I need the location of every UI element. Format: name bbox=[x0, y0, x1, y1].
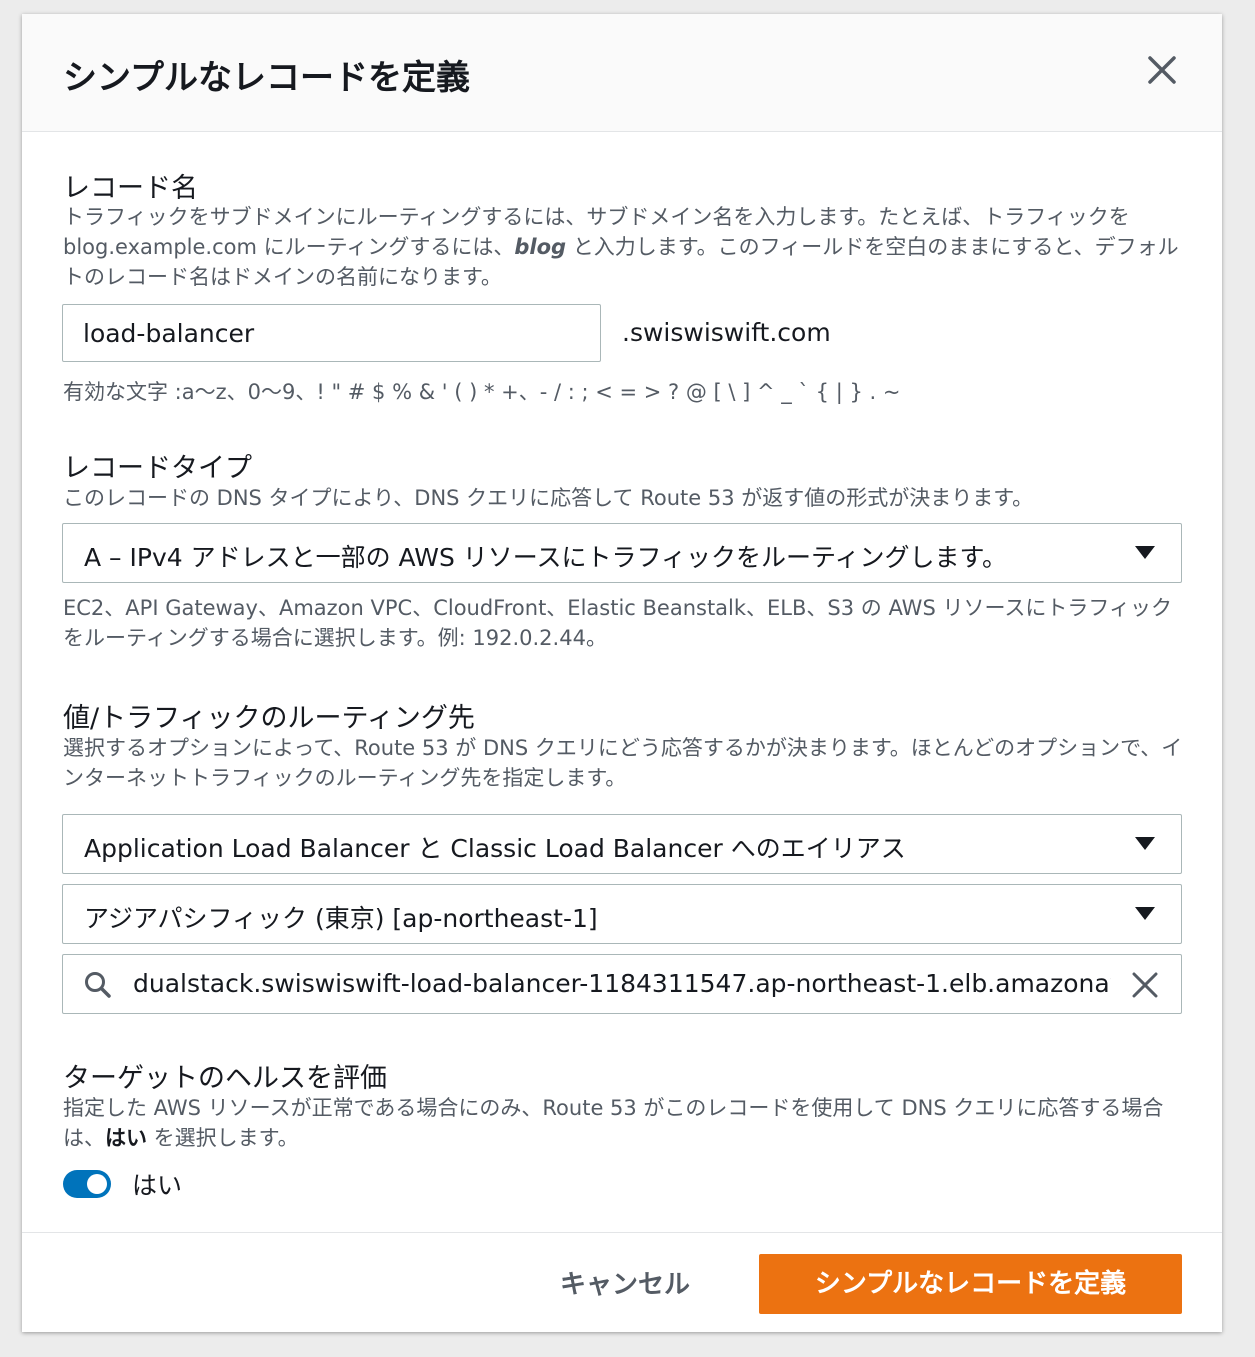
health-description: 指定した AWS リソースが正常である場合にのみ、Route 53 がこのレコー… bbox=[63, 1093, 1183, 1153]
allowed-characters-hint: 有効な文字 :a〜z、0〜9、! " # $ % & ' ( ) * +、- /… bbox=[63, 380, 901, 404]
evaluate-health-toggle[interactable] bbox=[63, 1170, 111, 1198]
endpoint-type-selected-value: Application Load Balancer と Classic Load… bbox=[84, 834, 906, 863]
record-type-description: このレコードの DNS タイプにより、DNS クエリに応答して Route 53… bbox=[63, 486, 1034, 510]
search-icon bbox=[85, 972, 111, 998]
evaluate-health-toggle-label: はい bbox=[132, 1171, 183, 1200]
close-button[interactable] bbox=[1142, 50, 1182, 90]
route-target-label: 値/トラフィックのルーティング先 bbox=[63, 703, 475, 734]
load-balancer-search[interactable]: dualstack.swiswiswift-load-balancer-1184… bbox=[62, 954, 1182, 1014]
close-icon bbox=[1148, 56, 1176, 84]
health-description-text-2: を選択します。 bbox=[147, 1126, 299, 1150]
record-name-label: レコード名 bbox=[63, 173, 198, 204]
caret-down-icon bbox=[1135, 907, 1155, 920]
health-label: ターゲットのヘルスを評価 bbox=[63, 1063, 387, 1094]
caret-down-icon bbox=[1135, 837, 1155, 850]
record-name-input[interactable] bbox=[62, 304, 601, 362]
dialog-footer: キャンセル シンプルなレコードを定義 bbox=[22, 1232, 1222, 1332]
region-select[interactable]: アジアパシフィック (東京) [ap-northeast-1] bbox=[62, 884, 1182, 944]
define-simple-record-button[interactable]: シンプルなレコードを定義 bbox=[759, 1254, 1182, 1314]
caret-down-icon bbox=[1135, 546, 1155, 559]
health-description-strong: はい bbox=[105, 1126, 147, 1150]
define-record-dialog: シンプルなレコードを定義 レコード名 トラフィックをサブドメインにルーティングす… bbox=[22, 14, 1222, 1332]
clear-icon[interactable] bbox=[1129, 969, 1161, 1001]
toggle-knob bbox=[87, 1174, 107, 1194]
route-target-description: 選択するオプションによって、Route 53 が DNS クエリにどう応答するか… bbox=[63, 736, 1183, 790]
region-selected-value: アジアパシフィック (東京) [ap-northeast-1] bbox=[84, 904, 598, 933]
load-balancer-search-value: dualstack.swiswiswift-load-balancer-1184… bbox=[133, 969, 1111, 998]
record-type-selected-value: A – IPv4 アドレスと一部の AWS リソースにトラフィックをルーティング… bbox=[84, 543, 1008, 572]
record-name-description-example: blog bbox=[514, 235, 567, 259]
record-type-select[interactable]: A – IPv4 アドレスと一部の AWS リソースにトラフィックをルーティング… bbox=[62, 523, 1182, 583]
record-type-help: EC2、API Gateway、Amazon VPC、CloudFront、El… bbox=[63, 596, 1172, 650]
dialog-title: シンプルなレコードを定義 bbox=[63, 58, 470, 98]
domain-suffix: .swiswiswift.com bbox=[622, 318, 831, 347]
endpoint-type-select[interactable]: Application Load Balancer と Classic Load… bbox=[62, 814, 1182, 874]
cancel-button[interactable]: キャンセル bbox=[542, 1255, 708, 1315]
record-name-description: トラフィックをサブドメインにルーティングするには、サブドメイン名を入力します。た… bbox=[63, 202, 1183, 292]
record-type-label: レコードタイプ bbox=[63, 453, 252, 484]
dialog-header: シンプルなレコードを定義 bbox=[22, 14, 1222, 132]
